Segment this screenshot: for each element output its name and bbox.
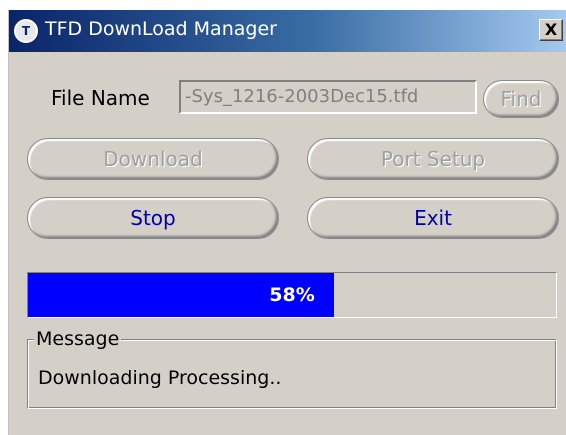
message-legend: Message [34,328,122,350]
exit-button[interactable]: Exit [307,197,559,239]
file-name-field[interactable]: -Sys_1216-2003Dec15.tfd [179,80,477,114]
close-button[interactable]: X [539,19,563,41]
progress-percent: 58% [269,284,315,306]
close-icon: X [544,20,558,39]
tfd-app-icon: T [14,19,38,43]
title-bar[interactable]: T TFD DownLoad Manager X [9,10,566,52]
download-manager-window: T TFD DownLoad Manager X File Name -Sys_… [8,10,566,435]
file-name-label: File Name [51,86,150,110]
port-setup-button[interactable]: Port Setup [307,138,559,180]
window-title: TFD DownLoad Manager [45,18,277,40]
message-group: Message Downloading Processing.. [27,328,557,409]
find-button[interactable]: Find [483,80,559,118]
download-progress-bar: 58% [27,272,557,318]
message-text: Downloading Processing.. [38,367,282,389]
stop-button[interactable]: Stop [27,197,279,239]
download-button[interactable]: Download [27,138,279,180]
